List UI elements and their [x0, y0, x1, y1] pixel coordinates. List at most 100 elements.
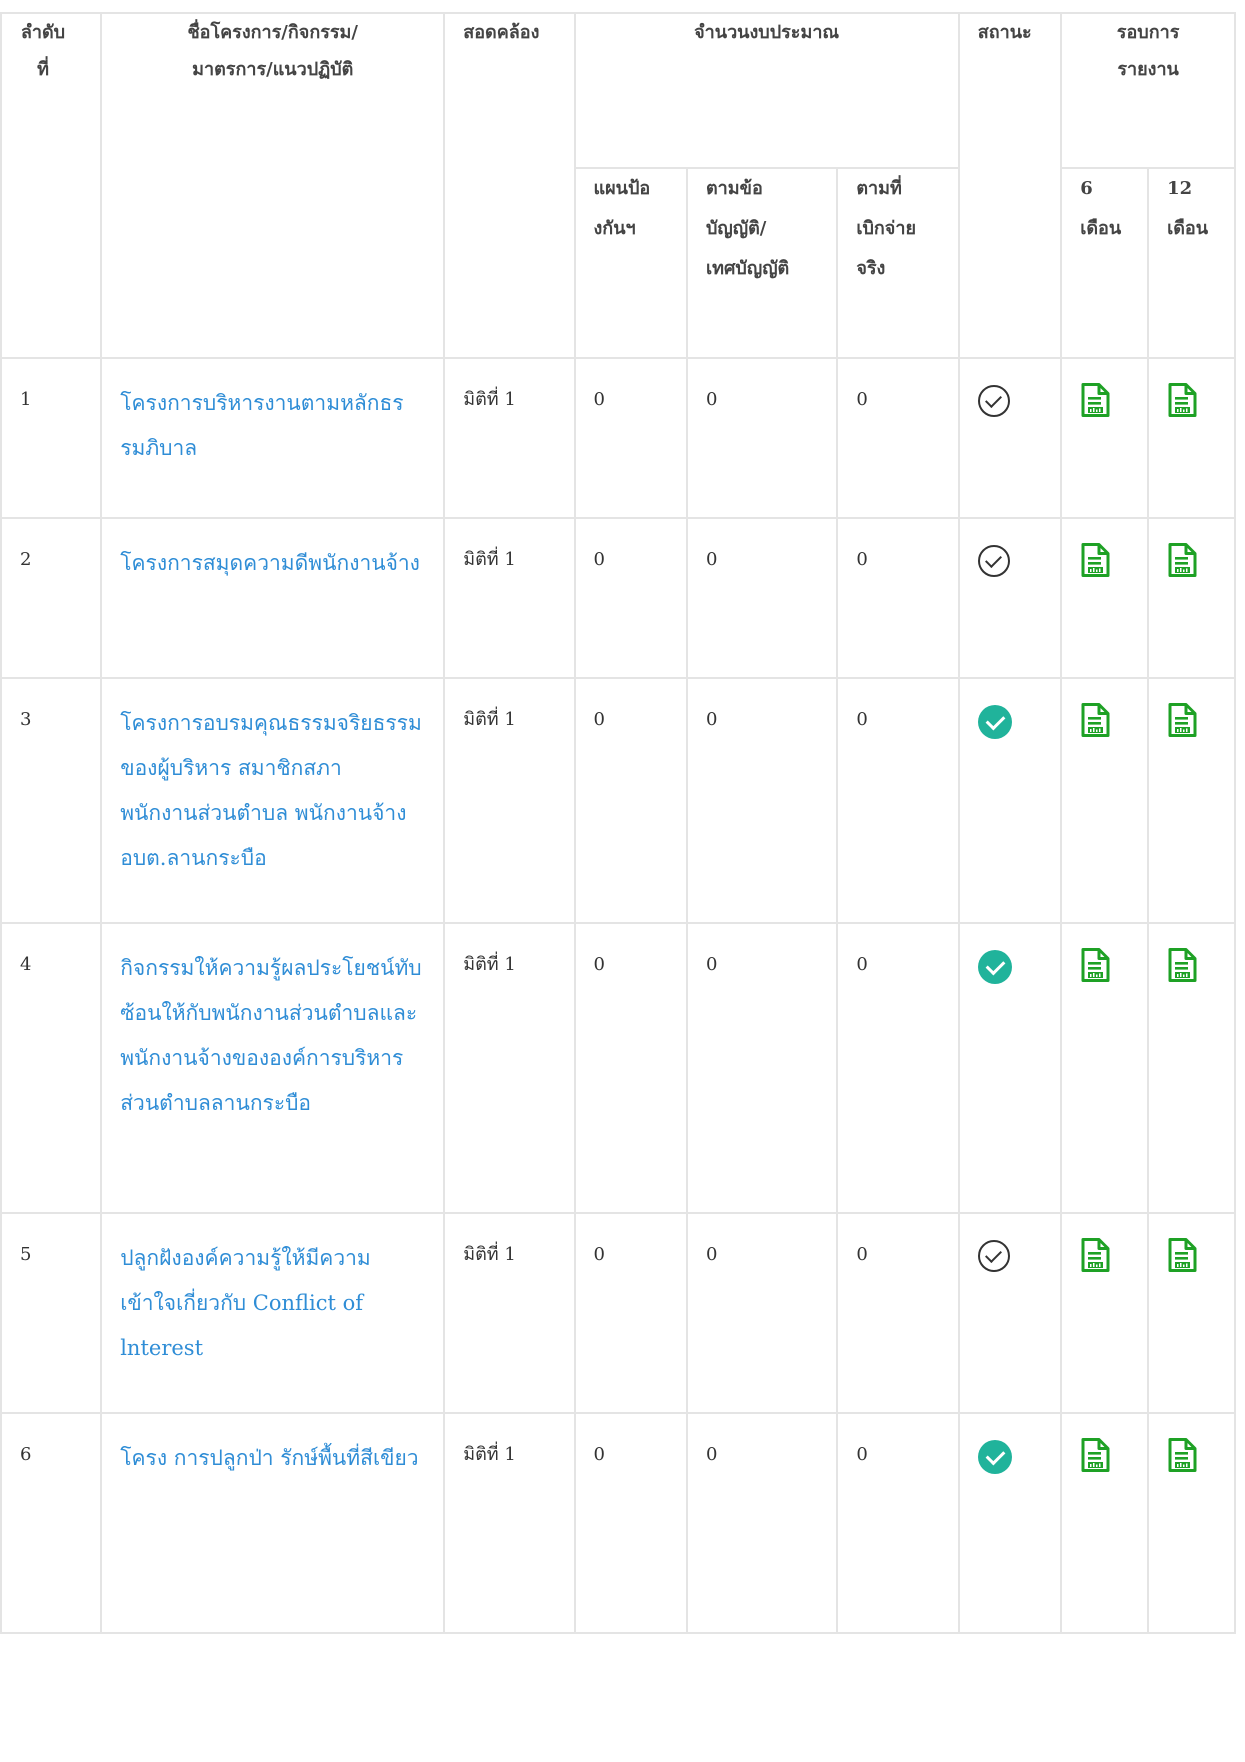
budget-regulation-cell: 0	[685, 1412, 839, 1634]
project-cell: โครง การปลูกป่า รักษ์พื้นที่สีเขียว	[100, 1412, 446, 1634]
header-budget-regulation-label: ตามข้อบัญญัติ/เทศบัญญัติ	[705, 178, 790, 279]
project-cell: โครงการสมุดความดีพนักงานจ้าง	[100, 517, 446, 679]
report-12-cell	[1147, 1212, 1236, 1414]
report-12-cell	[1147, 922, 1236, 1214]
alignment-cell: มิติที่ 1	[443, 357, 576, 519]
budget-plan-cell: 0	[573, 1412, 688, 1634]
spreadsheet-report-icon[interactable]	[1167, 1238, 1197, 1272]
project-cell: กิจกรรมให้ความรู้ผลประโยชน์ทับซ้อนให้กับ…	[100, 922, 446, 1214]
report-6-cell	[1060, 517, 1150, 679]
table-row: 4 กิจกรรมให้ความรู้ผลประโยชน์ทับซ้อนให้กั…	[0, 922, 1236, 1214]
budget-regulation-cell: 0	[685, 1212, 839, 1414]
header-budget-actual: ตามที่เบิกจ่ายจริง	[836, 167, 960, 359]
report-6-cell	[1060, 357, 1150, 519]
header-budget-plan: แผนป้องกันฯ	[573, 167, 688, 359]
status-cell	[957, 1212, 1063, 1414]
project-cell: โครงการบริหารงานตามหลักธรรมภิบาล	[100, 357, 446, 519]
project-cell: ปลูกฝังองค์ความรู้ให้มีความเข้าใจเกี่ยวก…	[100, 1212, 446, 1414]
spreadsheet-report-icon[interactable]	[1080, 948, 1110, 982]
spreadsheet-report-icon[interactable]	[1080, 1238, 1110, 1272]
budget-actual-cell: 0	[836, 1212, 960, 1414]
table-row: 3 โครงการอบรมคุณธรรมจริยธรรมของผู้บริหาร …	[0, 677, 1236, 924]
check-circle-outline-icon	[977, 1240, 1010, 1272]
row-number: 5	[0, 1212, 103, 1414]
check-circle-filled-icon	[977, 950, 1012, 984]
header-report-group-label: รอบการรายงาน	[1116, 22, 1180, 80]
budget-plan-cell: 0	[573, 922, 688, 1214]
status-cell	[957, 357, 1063, 519]
budget-regulation-cell: 0	[685, 677, 839, 924]
spreadsheet-report-icon[interactable]	[1167, 543, 1197, 577]
spreadsheet-report-icon[interactable]	[1167, 383, 1197, 417]
header-order: ลำดับที่	[0, 12, 103, 359]
table-row: 5 ปลูกฝังองค์ความรู้ให้มีความเข้าใจเกี่ยว…	[0, 1212, 1236, 1414]
budget-plan-cell: 0	[573, 357, 688, 519]
alignment-cell: มิติที่ 1	[443, 677, 576, 924]
budget-actual-cell: 0	[836, 922, 960, 1214]
report-6-cell	[1060, 1212, 1150, 1414]
spreadsheet-report-icon[interactable]	[1167, 1438, 1197, 1472]
header-report-12: 12 เดือน	[1147, 167, 1236, 359]
row-number: 1	[0, 357, 103, 519]
header-order-label: ลำดับที่	[20, 22, 66, 80]
header-budget-group: จำนวนงบประมาณ	[573, 12, 960, 169]
budget-actual-cell: 0	[836, 1412, 960, 1634]
header-report-group: รอบการรายงาน	[1060, 12, 1236, 169]
row-number: 6	[0, 1412, 103, 1634]
spreadsheet-report-icon[interactable]	[1080, 543, 1110, 577]
status-cell	[957, 677, 1063, 924]
budget-plan-cell: 0	[573, 677, 688, 924]
spreadsheet-report-icon[interactable]	[1167, 703, 1197, 737]
status-cell	[957, 1412, 1063, 1634]
table-row: 1 โครงการบริหารงานตามหลักธรรมภิบาล มิติที่…	[0, 357, 1236, 519]
report-12-cell	[1147, 517, 1236, 679]
header-project-name: ชื่อโครงการ/กิจกรรม/มาตรการ/แนวปฏิบัติ	[100, 12, 446, 359]
table-body: 1 โครงการบริหารงานตามหลักธรรมภิบาล มิติที่…	[0, 357, 1236, 1634]
budget-plan-cell: 0	[573, 1212, 688, 1414]
alignment-cell: มิติที่ 1	[443, 922, 576, 1214]
report-6-cell	[1060, 1412, 1150, 1634]
budget-regulation-cell: 0	[685, 357, 839, 519]
alignment-cell: มิติที่ 1	[443, 1412, 576, 1634]
header-report-12-label: 12 เดือน	[1167, 178, 1209, 239]
header-budget-actual-label: ตามที่เบิกจ่ายจริง	[856, 178, 917, 279]
report-12-cell	[1147, 1412, 1236, 1634]
project-cell: โครงการอบรมคุณธรรมจริยธรรมของผู้บริหาร ส…	[100, 677, 446, 924]
budget-actual-cell: 0	[836, 677, 960, 924]
project-table: ลำดับที่ ชื่อโครงการ/กิจกรรม/มาตรการ/แนว…	[0, 12, 1236, 1634]
project-link[interactable]: โครง การปลูกป่า รักษ์พื้นที่สีเขียว	[120, 1436, 425, 1481]
budget-actual-cell: 0	[836, 517, 960, 679]
budget-regulation-cell: 0	[685, 517, 839, 679]
spreadsheet-report-icon[interactable]	[1080, 383, 1110, 417]
header-status: สถานะ	[957, 12, 1063, 359]
row-number: 2	[0, 517, 103, 679]
row-number: 3	[0, 677, 103, 924]
header-report-6-label: 6 เดือน	[1080, 178, 1122, 239]
budget-plan-cell: 0	[573, 517, 688, 679]
report-12-cell	[1147, 357, 1236, 519]
check-circle-outline-icon	[977, 385, 1010, 417]
row-number: 4	[0, 922, 103, 1214]
budget-actual-cell: 0	[836, 357, 960, 519]
spreadsheet-report-icon[interactable]	[1080, 1438, 1110, 1472]
table-row: 2 โครงการสมุดความดีพนักงานจ้าง มิติที่ 100…	[0, 517, 1236, 679]
status-cell	[957, 517, 1063, 679]
spreadsheet-report-icon[interactable]	[1167, 948, 1197, 982]
project-link[interactable]: โครงการบริหารงานตามหลักธรรมภิบาล	[120, 381, 425, 471]
spreadsheet-report-icon[interactable]	[1080, 703, 1110, 737]
report-6-cell	[1060, 677, 1150, 924]
table-row: 6 โครง การปลูกป่า รักษ์พื้นที่สีเขียว มิติ…	[0, 1412, 1236, 1634]
project-link[interactable]: โครงการอบรมคุณธรรมจริยธรรมของผู้บริหาร ส…	[120, 701, 425, 881]
header-report-6: 6 เดือน	[1060, 167, 1150, 359]
header-alignment: สอดคล้อง	[443, 12, 576, 359]
project-link[interactable]: กิจกรรมให้ความรู้ผลประโยชน์ทับซ้อนให้กับ…	[120, 946, 425, 1126]
budget-regulation-cell: 0	[685, 922, 839, 1214]
status-cell	[957, 922, 1063, 1214]
project-link[interactable]: โครงการสมุดความดีพนักงานจ้าง	[120, 541, 425, 586]
project-link[interactable]: ปลูกฝังองค์ความรู้ให้มีความเข้าใจเกี่ยวก…	[120, 1236, 425, 1371]
alignment-cell: มิติที่ 1	[443, 1212, 576, 1414]
header-project-name-label: ชื่อโครงการ/กิจกรรม/มาตรการ/แนวปฏิบัติ	[187, 22, 358, 80]
check-circle-outline-icon	[977, 545, 1010, 577]
header-budget-regulation: ตามข้อบัญญัติ/เทศบัญญัติ	[685, 167, 839, 359]
alignment-cell: มิติที่ 1	[443, 517, 576, 679]
